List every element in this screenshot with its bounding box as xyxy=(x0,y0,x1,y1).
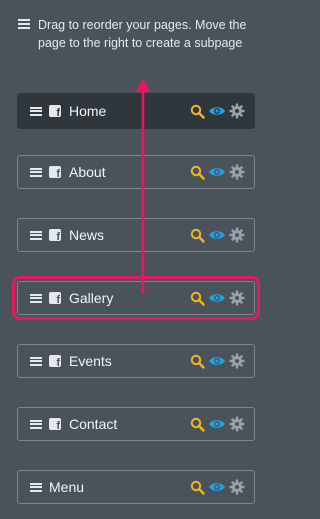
eye-icon[interactable] xyxy=(208,415,226,433)
page-label: Gallery xyxy=(69,290,114,306)
eye-icon[interactable] xyxy=(208,289,226,307)
drag-handle-icon[interactable] xyxy=(30,230,42,240)
page-label: News xyxy=(69,227,105,243)
page-list-panel: Drag to reorder your pages. Move the pag… xyxy=(0,0,273,519)
drag-handle-icon[interactable] xyxy=(30,167,42,177)
eye-icon[interactable] xyxy=(208,102,226,120)
eye-icon[interactable] xyxy=(208,226,226,244)
drag-handle-icon[interactable] xyxy=(30,293,42,303)
page-label: Events xyxy=(69,353,112,369)
gear-icon[interactable] xyxy=(228,226,246,244)
page-item-about[interactable]: About xyxy=(17,155,255,189)
facebook-icon xyxy=(49,355,61,367)
search-icon[interactable] xyxy=(188,102,206,120)
page-label: Menu xyxy=(49,479,85,495)
search-icon[interactable] xyxy=(188,163,206,181)
facebook-icon xyxy=(49,166,61,178)
page-item-contact[interactable]: Contact xyxy=(17,407,255,441)
gear-icon[interactable] xyxy=(228,415,246,433)
search-icon[interactable] xyxy=(188,478,206,496)
page-label: Contact xyxy=(69,416,118,432)
reorder-hint: Drag to reorder your pages. Move the pag… xyxy=(18,16,258,52)
facebook-icon xyxy=(49,292,61,304)
gear-icon[interactable] xyxy=(228,289,246,307)
drag-handle-icon[interactable] xyxy=(30,482,42,492)
eye-icon[interactable] xyxy=(208,163,226,181)
page-item-news[interactable]: News xyxy=(17,218,255,252)
page-label: Home xyxy=(69,103,107,119)
gear-icon[interactable] xyxy=(228,163,246,181)
search-icon[interactable] xyxy=(188,289,206,307)
page-item-home[interactable]: Home xyxy=(17,93,255,129)
page-item-menu[interactable]: Menu xyxy=(17,470,255,504)
facebook-icon xyxy=(49,105,61,117)
drag-handle-icon[interactable] xyxy=(30,419,42,429)
eye-icon[interactable] xyxy=(208,352,226,370)
page-item-events[interactable]: Events xyxy=(17,344,255,378)
reorder-icon xyxy=(18,19,30,29)
gear-icon[interactable] xyxy=(228,478,246,496)
page-label: About xyxy=(69,164,106,180)
page-item-gallery[interactable]: Gallery xyxy=(12,276,260,320)
search-icon[interactable] xyxy=(188,352,206,370)
search-icon[interactable] xyxy=(188,226,206,244)
gear-icon[interactable] xyxy=(228,102,246,120)
eye-icon[interactable] xyxy=(208,478,226,496)
facebook-icon xyxy=(49,418,61,430)
facebook-icon xyxy=(49,229,61,241)
reorder-hint-text: Drag to reorder your pages. Move the pag… xyxy=(38,18,247,50)
gear-icon[interactable] xyxy=(228,352,246,370)
drag-handle-icon[interactable] xyxy=(30,106,42,116)
search-icon[interactable] xyxy=(188,415,206,433)
drag-handle-icon[interactable] xyxy=(30,356,42,366)
